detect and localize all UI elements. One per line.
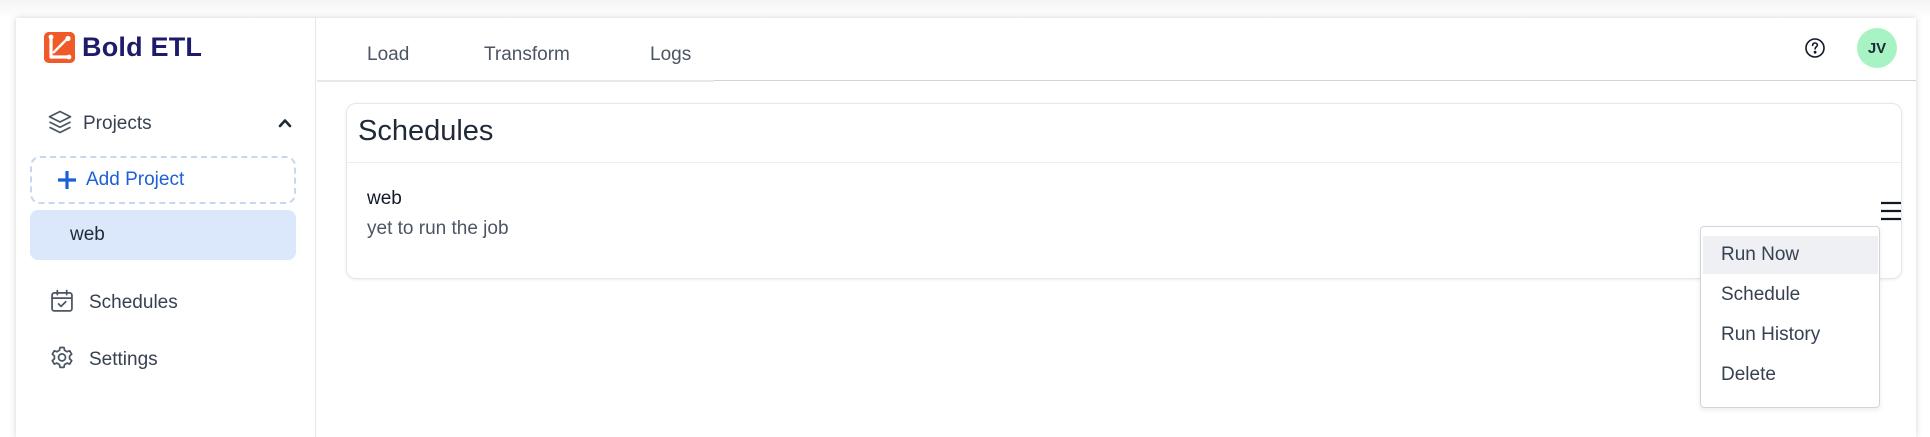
bold-etl-logo (44, 32, 75, 63)
sidebar-item-label: Settings (89, 349, 158, 370)
sidebar-item-label: Projects (83, 113, 152, 134)
menu-item-run-now[interactable]: Run Now (1703, 236, 1878, 274)
page-title: Schedules (358, 115, 494, 147)
tab-logs[interactable]: Logs (650, 44, 691, 66)
row-actions-menu: Run Now Schedule Run History Delete (1700, 226, 1880, 408)
add-project-label: Add Project (86, 169, 185, 190)
sidebar: Bold ETL Projects Add Project web Schedu… (16, 18, 316, 437)
layers-icon (46, 108, 74, 141)
top-tabs: Load Transform Logs (317, 18, 1916, 82)
tabs-underline (317, 80, 714, 82)
gear-icon (48, 344, 76, 377)
menu-item-delete[interactable]: Delete (1703, 356, 1878, 394)
schedule-status: yet to run the job (367, 218, 509, 239)
sidebar-item-settings[interactable]: Settings (48, 340, 308, 380)
project-label: web (70, 224, 105, 245)
avatar[interactable]: JV (1857, 28, 1897, 68)
tab-load[interactable]: Load (367, 44, 409, 66)
brand[interactable]: Bold ETL (44, 32, 202, 63)
sidebar-item-label: Schedules (89, 292, 178, 313)
hamburger-menu-icon[interactable] (1879, 200, 1903, 222)
sidebar-item-project-web[interactable]: web (30, 210, 296, 260)
chevron-up-icon[interactable] (276, 114, 294, 137)
question-circle-icon[interactable] (1803, 36, 1827, 60)
sidebar-item-schedules[interactable]: Schedules (48, 283, 308, 323)
window-top-shade (0, 0, 1930, 18)
menu-item-schedule[interactable]: Schedule (1703, 276, 1878, 314)
calendar-check-icon (48, 287, 76, 320)
schedule-name: web (367, 188, 402, 209)
main-content: Load Transform Logs JV Schedules web yet… (317, 18, 1916, 437)
tab-transform[interactable]: Transform (484, 44, 570, 66)
card-divider (347, 162, 1901, 163)
schedules-card: Schedules web yet to run the job (346, 103, 1902, 279)
add-project-button[interactable]: Add Project (30, 156, 296, 204)
plus-icon (56, 169, 78, 191)
menu-item-run-history[interactable]: Run History (1703, 316, 1878, 354)
sidebar-item-projects[interactable]: Projects (46, 106, 306, 142)
brand-name: Bold ETL (82, 32, 203, 62)
